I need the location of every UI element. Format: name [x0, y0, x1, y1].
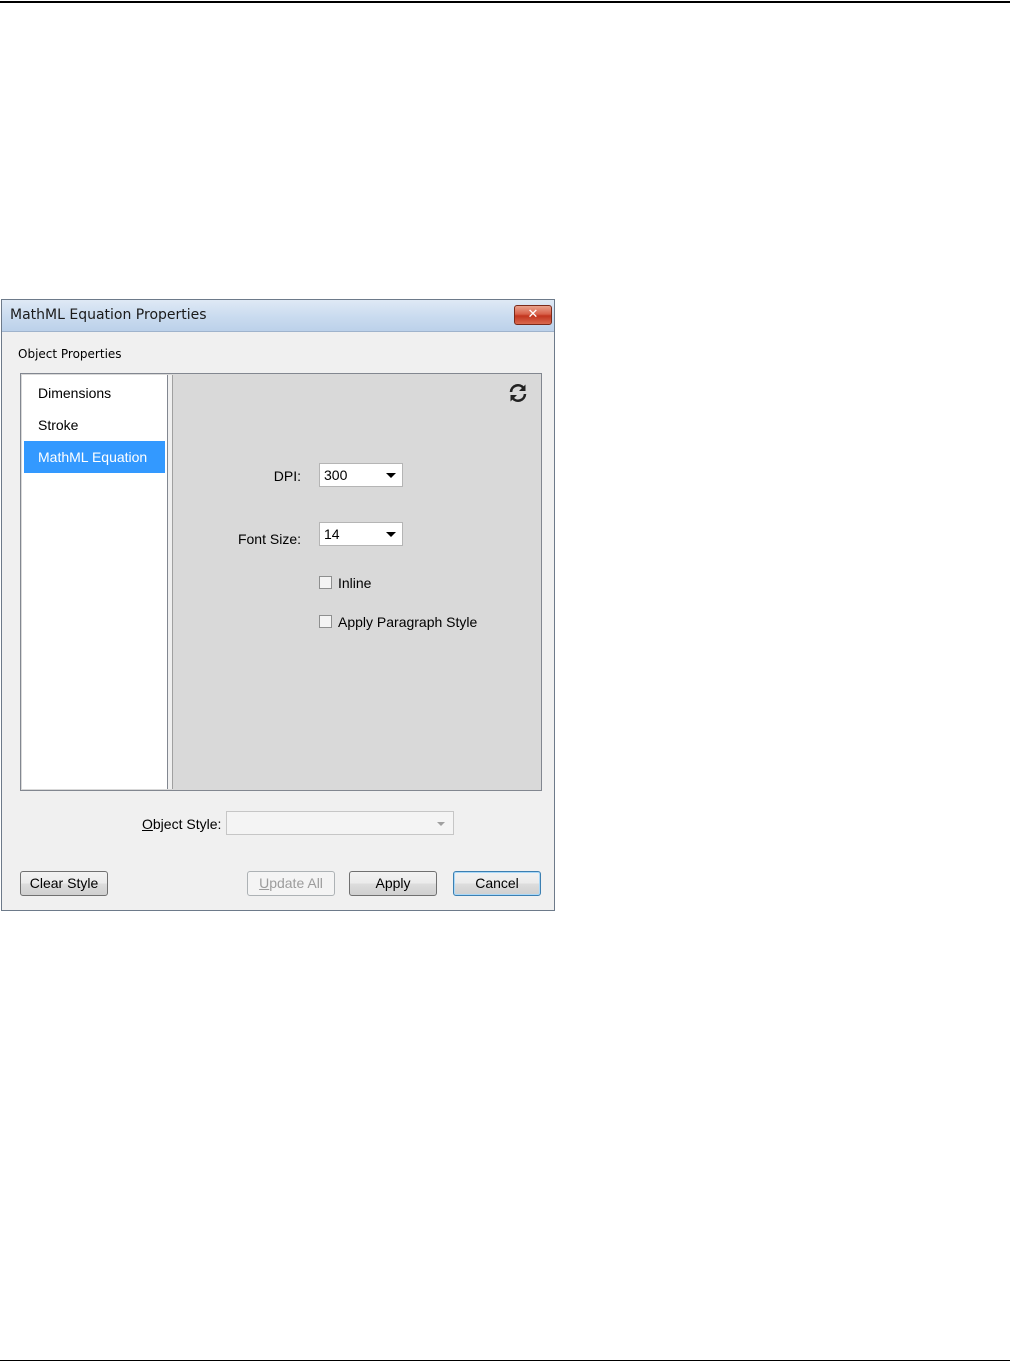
object-style-label: Object Style: [142, 816, 221, 832]
apply-button[interactable]: Apply [349, 871, 437, 896]
mathml-properties-dialog: MathML Equation Properties ✕ Object Prop… [1, 299, 555, 911]
object-style-mnemonic: O [142, 816, 153, 832]
font-size-value: 14 [324, 526, 340, 542]
chevron-down-icon [437, 822, 445, 826]
inline-checkbox-label: Inline [338, 575, 372, 591]
font-size-dropdown[interactable]: 14 [319, 522, 403, 546]
update-all-mnemonic: U [259, 875, 270, 891]
title-bar: MathML Equation Properties ✕ [2, 300, 554, 332]
page-top-rule [0, 1, 1010, 3]
object-properties-label: Object Properties [18, 347, 122, 361]
object-style-label-text: bject Style: [152, 816, 222, 832]
cancel-button[interactable]: Cancel [453, 871, 541, 896]
font-size-label: Font Size: [237, 531, 301, 547]
close-button[interactable]: ✕ [514, 305, 552, 325]
inline-checkbox[interactable] [319, 576, 332, 589]
category-item-stroke[interactable]: Stroke [24, 409, 165, 441]
update-all-button[interactable]: Update All [247, 871, 335, 896]
dpi-dropdown[interactable]: 300 [319, 463, 403, 487]
window-title: MathML Equation Properties [10, 307, 207, 323]
update-all-label: pdate All [269, 875, 323, 891]
category-list: Dimensions Stroke MathML Equation [22, 375, 168, 789]
object-style-dropdown[interactable] [226, 811, 454, 835]
refresh-icon[interactable] [507, 382, 529, 404]
clear-style-button[interactable]: Clear Style [20, 871, 108, 896]
dpi-value: 300 [324, 467, 348, 483]
apply-paragraph-style-checkbox[interactable] [319, 615, 332, 628]
properties-panel: Dimensions Stroke MathML Equation DPI: 3… [20, 373, 542, 791]
mathml-settings-area: DPI: 300 Font Size: 14 Inline Apply Para… [173, 375, 540, 789]
category-item-mathml-equation[interactable]: MathML Equation [24, 441, 165, 473]
category-item-dimensions[interactable]: Dimensions [24, 377, 165, 409]
chevron-down-icon [386, 473, 396, 478]
page-bottom-rule [0, 1360, 1010, 1361]
close-icon: ✕ [527, 307, 539, 322]
dpi-label: DPI: [273, 468, 301, 484]
apply-paragraph-style-label: Apply Paragraph Style [338, 614, 478, 630]
chevron-down-icon [386, 532, 396, 537]
